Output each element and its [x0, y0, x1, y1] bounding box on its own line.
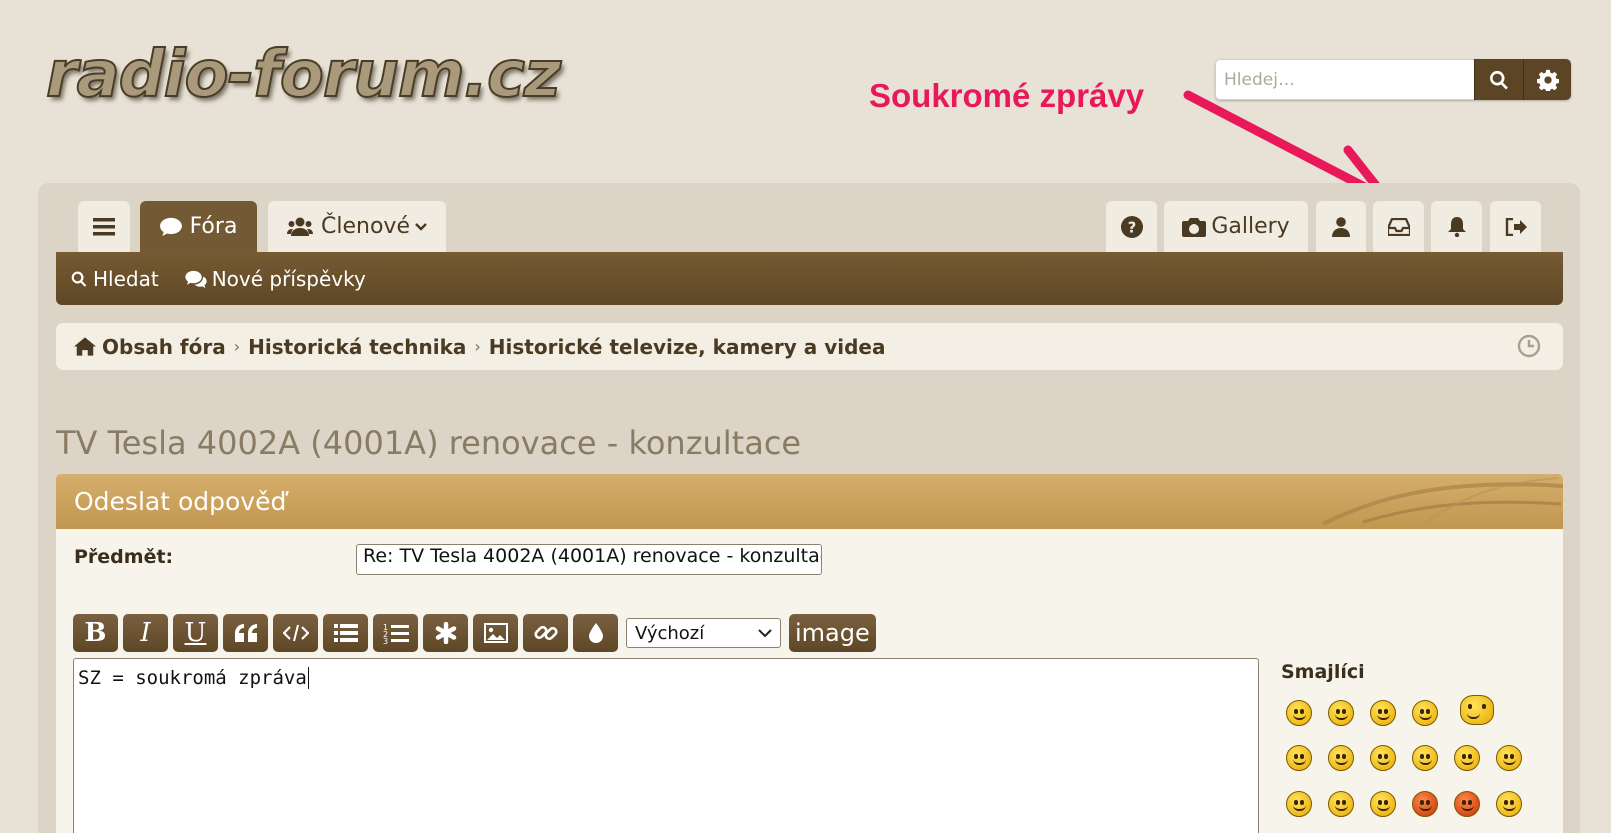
quote-button[interactable]	[223, 614, 268, 652]
ordered-list-icon: 123	[383, 623, 409, 644]
smiley-icon[interactable]	[1328, 791, 1354, 817]
chevron-right-icon: ›	[233, 337, 241, 356]
camera-icon	[1182, 217, 1207, 237]
font-size-select[interactable]: Výchozí	[626, 618, 781, 648]
smiley-icon[interactable]	[1370, 700, 1396, 726]
logout-button[interactable]	[1490, 201, 1541, 252]
bold-button[interactable]: B	[73, 614, 118, 652]
nav-search-label: Hledat	[93, 266, 159, 291]
smiley-icon[interactable]	[1286, 700, 1312, 726]
chevron-down-icon	[415, 222, 427, 231]
asterisk-icon	[435, 622, 456, 644]
breadcrumb: Obsah fóra › Historická technika › Histo…	[56, 323, 1563, 370]
decorative-swirl-icon	[1322, 477, 1563, 526]
nav-search-link[interactable]: Hledat	[70, 267, 159, 291]
gear-icon	[1536, 69, 1559, 91]
breadcrumb-item-category[interactable]: Historická technika	[248, 335, 466, 359]
navbar: Hledat Nové příspěvky	[56, 252, 1563, 305]
subject-input[interactable]: Re: TV Tesla 4002A (4001A) renovace - ko…	[356, 544, 822, 575]
list-item-button[interactable]	[423, 614, 468, 652]
message-text: SZ = soukromá zpráva	[78, 667, 307, 689]
smiley-icon[interactable]	[1286, 791, 1312, 817]
annotation-label: Soukromé zprávy	[869, 77, 1145, 114]
comments-icon	[185, 270, 207, 288]
users-icon	[287, 217, 314, 236]
font-size-selected: Výchozí	[635, 622, 705, 644]
image-icon	[483, 623, 508, 643]
tab-forums[interactable]: Fóra	[140, 201, 257, 252]
search-icon	[71, 271, 87, 287]
editor-toolbar: B I U 123 Výchozí image	[73, 614, 876, 652]
italic-button[interactable]: I	[123, 614, 168, 652]
smiley-icon[interactable]	[1370, 745, 1396, 771]
smiley-icon[interactable]	[1454, 791, 1480, 817]
link-icon	[533, 625, 558, 641]
clock-icon[interactable]	[1517, 334, 1541, 358]
smiley-icon[interactable]	[1412, 700, 1438, 726]
breadcrumb-item-index[interactable]: Obsah fóra	[102, 335, 226, 359]
question-icon: ?	[1120, 215, 1143, 238]
code-icon	[282, 624, 309, 642]
subject-label: Předmět:	[74, 546, 174, 568]
insert-link-button[interactable]	[523, 614, 568, 652]
smilies-title: Smajlíci	[1281, 661, 1365, 683]
inbox-icon	[1387, 217, 1410, 236]
sign-out-icon	[1505, 217, 1527, 236]
chevron-down-icon	[758, 629, 772, 638]
search-icon	[1490, 70, 1508, 89]
comment-icon	[159, 217, 182, 236]
site-logo[interactable]: radio-forum.cz	[45, 37, 562, 113]
image-upload-button[interactable]: image	[789, 614, 876, 652]
quote-icon	[234, 624, 257, 642]
list-icon	[333, 624, 358, 642]
menu-icon	[93, 217, 115, 235]
reply-header: Odeslat odpověď	[56, 474, 1563, 529]
reply-header-title: Odeslat odpověď	[74, 487, 287, 516]
tab-members[interactable]: Členové	[268, 201, 446, 252]
smiley-icon[interactable]	[1412, 745, 1438, 771]
tab-gallery[interactable]: Gallery	[1164, 201, 1308, 252]
tab-forums-label: Fóra	[189, 214, 238, 239]
tab-gallery-label: Gallery	[1211, 214, 1290, 239]
insert-image-button[interactable]	[473, 614, 518, 652]
nav-new-posts-label: Nové příspěvky	[211, 266, 366, 291]
page-title[interactable]: TV Tesla 4002A (4001A) renovace - konzul…	[56, 424, 801, 462]
font-color-button[interactable]	[573, 614, 618, 652]
help-button[interactable]: ?	[1106, 201, 1157, 252]
advanced-search-button[interactable]	[1523, 59, 1571, 100]
home-icon	[74, 337, 96, 356]
tab-members-label: Členové	[321, 214, 410, 239]
text-cursor	[307, 667, 309, 689]
smiley-icon[interactable]	[1496, 791, 1522, 817]
code-button[interactable]	[273, 614, 318, 652]
smiley-icon[interactable]	[1460, 695, 1494, 725]
chevron-right-icon: ›	[474, 337, 481, 356]
smiley-icon[interactable]	[1496, 745, 1522, 771]
user-icon	[1332, 216, 1350, 237]
smiley-icon[interactable]	[1370, 791, 1396, 817]
private-messages-button[interactable]	[1373, 201, 1424, 252]
tab-menu[interactable]	[78, 201, 130, 252]
profile-button[interactable]	[1316, 201, 1366, 252]
svg-text:3: 3	[383, 637, 388, 644]
list-button[interactable]	[323, 614, 368, 652]
ordered-list-button[interactable]: 123	[373, 614, 418, 652]
smiley-icon[interactable]	[1286, 745, 1312, 771]
nav-new-posts-link[interactable]: Nové příspěvky	[185, 267, 366, 291]
droplet-icon	[588, 623, 603, 643]
smiley-icon[interactable]	[1328, 700, 1354, 726]
search-button[interactable]	[1474, 59, 1523, 100]
svg-text:?: ?	[1127, 219, 1136, 236]
underline-button[interactable]: U	[173, 614, 218, 652]
notifications-button[interactable]	[1431, 201, 1482, 252]
smiley-icon[interactable]	[1328, 745, 1354, 771]
smiley-icon[interactable]	[1412, 791, 1438, 817]
message-textarea[interactable]: SZ = soukromá zpráva	[73, 658, 1259, 833]
breadcrumb-item-forum[interactable]: Historické televize, kamery a videa	[489, 335, 886, 359]
smiley-icon[interactable]	[1454, 745, 1480, 771]
bell-icon	[1447, 216, 1466, 237]
